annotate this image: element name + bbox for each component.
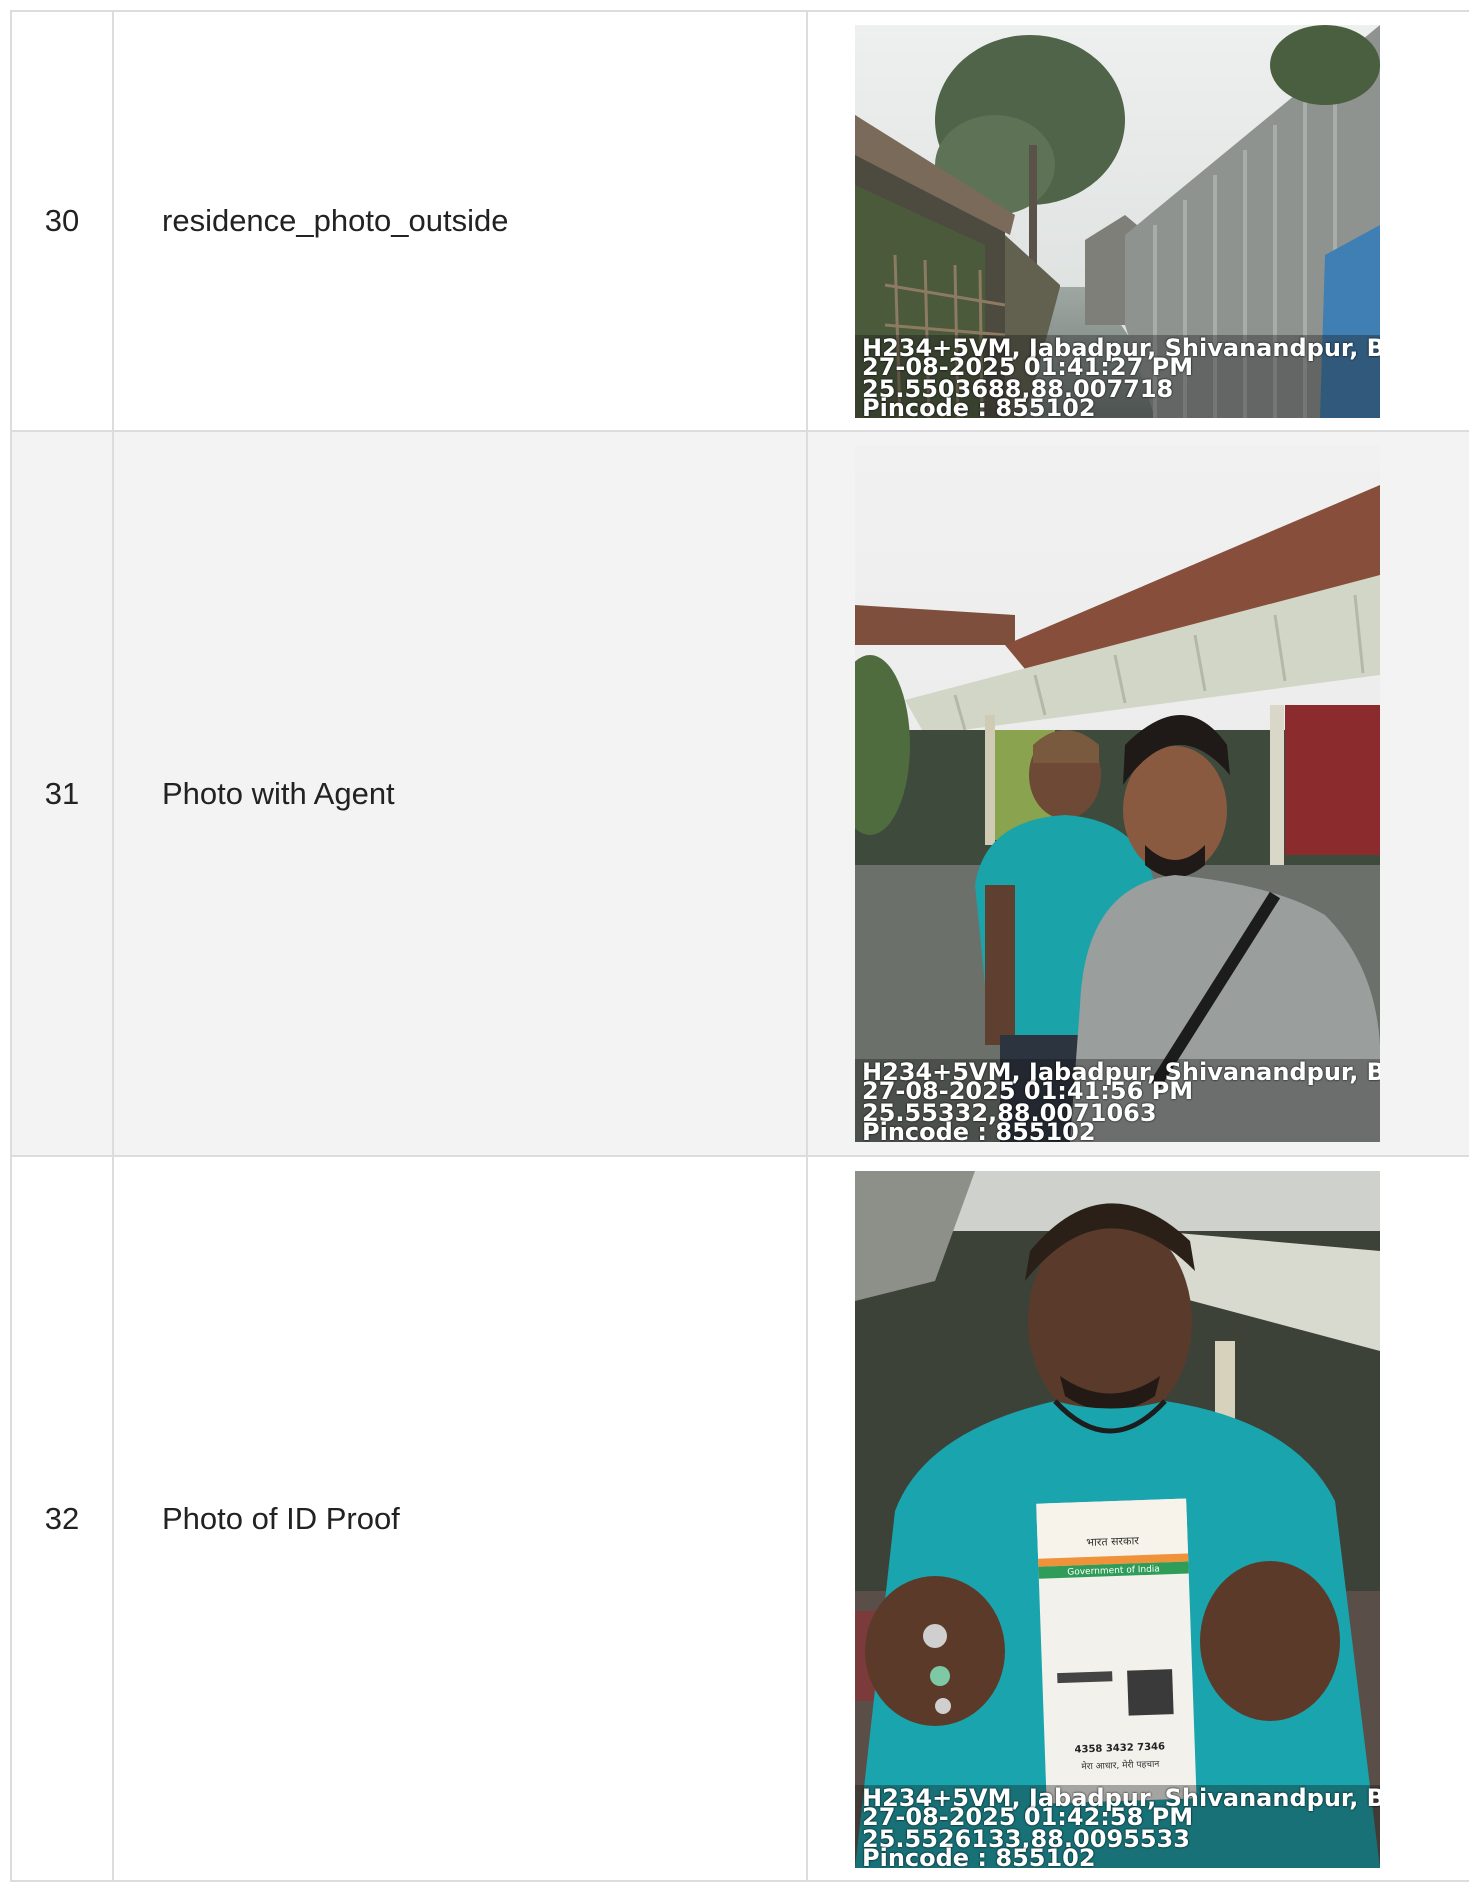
id-card-hindi-title: भारत सरकार <box>1086 1534 1140 1549</box>
agent-selfie-image <box>855 445 1380 1142</box>
id-proof-photo[interactable]: भारत सरकार Government of India 4358 3432… <box>855 1171 1380 1868</box>
row-number: 32 <box>10 1155 114 1882</box>
row-label: residence_photo_outside <box>112 10 808 432</box>
row-number: 31 <box>10 430 114 1157</box>
row-label: Photo with Agent <box>112 430 808 1157</box>
geo-stamp-overlay: H234+5VM, Jabadpur, Shivanandpur, Bihar … <box>855 1059 1380 1142</box>
geo-stamp-overlay: H234+5VM, Jabadpur, Shivanandpur, Bihar … <box>855 1785 1380 1868</box>
agent-selfie-photo[interactable]: H234+5VM, Jabadpur, Shivanandpur, Bihar … <box>855 445 1380 1142</box>
photo-report-table: 30 residence_photo_outside H234+5VM, Jab… <box>10 10 1469 1882</box>
row-number: 30 <box>10 10 114 432</box>
photo-cell: भारत सरकार Government of India 4358 3432… <box>806 1155 1469 1882</box>
residence-outside-photo[interactable]: H234+5VM, Jabadpur, Shivanandpur, Bihar … <box>855 24 1380 418</box>
table-row: 32 Photo of ID Proof भारत सरकार Governme… <box>10 1155 1469 1882</box>
geo-stamp-overlay: H234+5VM, Jabadpur, Shivanandpur, Bihar … <box>855 334 1380 418</box>
row-label: Photo of ID Proof <box>112 1155 808 1882</box>
photo-cell: H234+5VM, Jabadpur, Shivanandpur, Bihar … <box>806 430 1469 1157</box>
id-proof-image: भारत सरकार Government of India 4358 3432… <box>855 1171 1380 1868</box>
photo-cell: H234+5VM, Jabadpur, Shivanandpur, Bihar … <box>806 10 1469 432</box>
table-row: 31 Photo with Agent H234+5VM, Jabadpur, … <box>10 430 1469 1157</box>
table-row: 30 residence_photo_outside H234+5VM, Jab… <box>10 10 1469 432</box>
